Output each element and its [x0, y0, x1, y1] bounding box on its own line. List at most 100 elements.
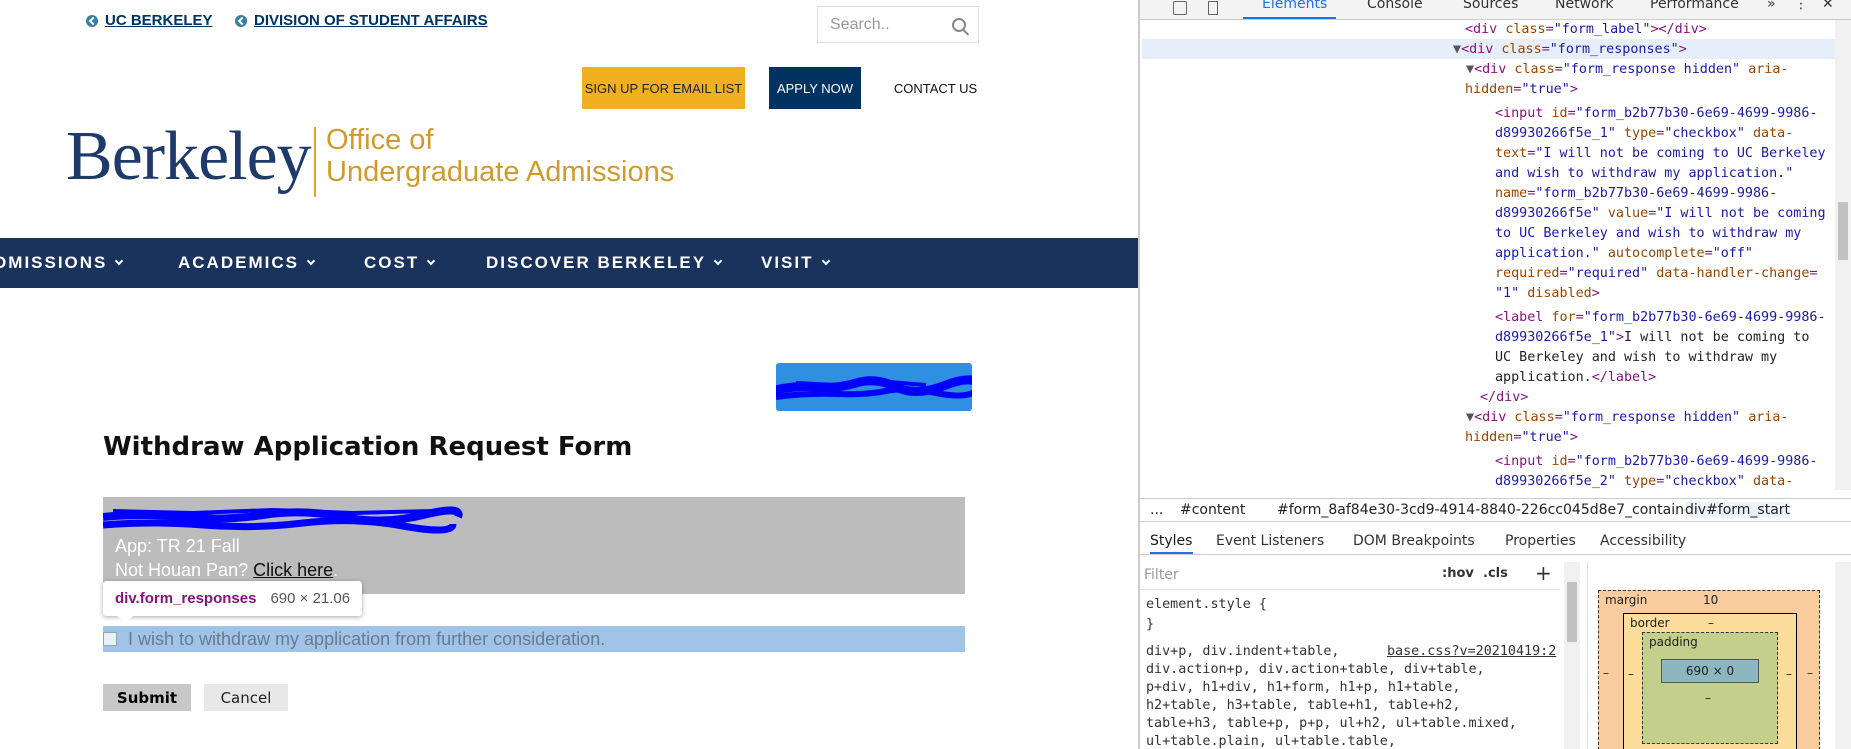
tab-elements[interactable]: Elements — [1262, 0, 1327, 12]
dom-line[interactable]: application.</label> — [1495, 368, 1656, 388]
dom-line[interactable]: hidden="true"> — [1465, 80, 1578, 100]
period: . — [333, 560, 339, 580]
withdraw-checkbox-label[interactable]: I wish to withdraw my application from f… — [128, 629, 605, 650]
breadcrumb-item[interactable]: ... — [1150, 502, 1163, 518]
hov-toggle[interactable]: :hov — [1442, 566, 1474, 581]
click-here-link[interactable]: Click here — [253, 560, 333, 580]
withdraw-checkbox[interactable] — [103, 632, 117, 646]
box-model-scrollbar[interactable] — [1835, 562, 1851, 749]
nav-label: VISIT — [761, 253, 814, 272]
page-title: Withdraw Application Request Form — [103, 432, 633, 462]
nav-visit[interactable]: VISIT — [761, 238, 830, 288]
tab-sources[interactable]: Sources — [1463, 0, 1518, 12]
tab-event-listeners[interactable]: Event Listeners — [1216, 533, 1324, 549]
berkeley-wordmark[interactable]: Berkeley — [66, 117, 312, 197]
box-model-margin[interactable]: margin 10 – – border – – – – padding – 6… — [1598, 590, 1820, 749]
breadcrumb-item[interactable]: div#form_start — [1685, 502, 1791, 518]
tab-styles[interactable]: Styles — [1150, 533, 1192, 549]
office-name: Office of Undergraduate Admissions — [326, 124, 674, 188]
dom-line[interactable]: d89930266f5e_1">I will not be coming to — [1495, 328, 1809, 348]
breadcrumb-item[interactable]: #form_8af84e30-3cd9-4914-8840-226cc045d8… — [1277, 502, 1698, 518]
inspect-cursor-icon[interactable] — [1173, 1, 1187, 15]
dom-line[interactable]: name="form_b2b77b30-6e69-4699-9986- — [1495, 184, 1777, 204]
dom-line[interactable]: d89930266f5e" value="I will not be comin… — [1495, 204, 1826, 224]
dom-line[interactable]: <input id="form_b2b77b30-6e69-4699-9986- — [1495, 452, 1817, 472]
submit-button[interactable]: Submit — [103, 684, 191, 711]
website-viewport: UC BERKELEY DIVISION OF STUDENT AFFAIRS … — [0, 0, 1138, 749]
dom-line[interactable]: ▼<div class="form_response hidden" aria- — [1466, 408, 1789, 428]
tab-accessibility[interactable]: Accessibility — [1600, 533, 1686, 549]
dom-line[interactable]: to UC Berkeley and wish to withdraw my — [1495, 224, 1801, 244]
device-toolbar-icon[interactable] — [1208, 1, 1218, 15]
dom-line[interactable]: <div class="form_label"></div> — [1465, 20, 1707, 40]
dom-line[interactable]: and wish to withdraw my application." — [1495, 164, 1793, 184]
devtools-tabs: Elements Console Sources Network Perform… — [1140, 0, 1851, 20]
box-model-border[interactable]: border – – – – padding – 690 × 0 — [1623, 613, 1797, 749]
dom-line[interactable]: application." autocomplete="off" — [1495, 244, 1753, 264]
breadcrumb: ... #content #form_8af84e30-3cd9-4914-88… — [1140, 498, 1851, 522]
chevron-down-icon — [306, 256, 316, 266]
chevron-down-icon — [426, 256, 436, 266]
padding-label: padding — [1649, 635, 1698, 649]
more-options-icon[interactable]: ⋮ — [1794, 0, 1808, 12]
scroll-thumb[interactable] — [1838, 202, 1848, 260]
search-input[interactable] — [830, 15, 940, 34]
dom-line[interactable]: required="required" data-handler-change= — [1495, 264, 1818, 284]
scroll-thumb[interactable] — [1567, 582, 1577, 642]
more-tabs-button[interactable]: » — [1767, 0, 1776, 12]
redacted-user-button[interactable] — [776, 363, 972, 411]
dom-line[interactable]: d89930266f5e_2" type="checkbox" data- — [1495, 472, 1793, 490]
dom-line[interactable]: d89930266f5e_1" type="checkbox" data- — [1495, 124, 1793, 144]
stylesheet-link[interactable]: base.css?v=20210419:2 — [1387, 643, 1556, 661]
nav-academics[interactable]: ACADEMICS — [178, 238, 316, 288]
apply-now-button[interactable]: APPLY NOW — [769, 67, 861, 109]
student-affairs-link-label: DIVISION OF STUDENT AFFAIRS — [254, 12, 488, 29]
styles-tabs: Styles Event Listeners DOM Breakpoints P… — [1140, 527, 1851, 555]
dom-line[interactable]: </div> — [1480, 388, 1528, 408]
dom-line[interactable]: ▼<div class="form_responses"> — [1453, 40, 1687, 60]
dom-line[interactable]: "1" disabled> — [1495, 284, 1600, 304]
active-tab-indicator — [1243, 17, 1336, 19]
add-rule-icon[interactable]: + — [1535, 561, 1552, 585]
border-top-value: – — [1708, 616, 1714, 630]
dom-line[interactable]: <label for="form_b2b77b30-6e69-4699-9986… — [1495, 308, 1826, 328]
dom-line[interactable]: hidden="true"> — [1465, 428, 1578, 448]
tab-dom-breakpoints[interactable]: DOM Breakpoints — [1353, 533, 1475, 549]
nav-admissions[interactable]: DMISSIONS — [0, 238, 124, 288]
application-term: App: TR 21 Fall — [115, 536, 240, 556]
uc-berkeley-link[interactable]: UC BERKELEY — [86, 12, 213, 29]
box-model-padding[interactable]: padding – 690 × 0 — [1642, 632, 1778, 744]
email-signup-button[interactable]: SIGN UP FOR EMAIL LIST — [582, 67, 745, 109]
style-line: p+div, h1+div, h1+form, h1+p, h1+table, — [1146, 680, 1461, 695]
tab-performance[interactable]: Performance — [1650, 0, 1739, 12]
nav-discover-berkeley[interactable]: DISCOVER BERKELEY — [486, 238, 723, 288]
dom-line[interactable]: UC Berkeley and wish to withdraw my — [1495, 348, 1777, 368]
chevron-down-icon — [821, 256, 830, 266]
cls-toggle[interactable]: .cls — [1483, 566, 1508, 581]
search-icon[interactable] — [952, 17, 966, 32]
style-line: div+p, div.indent+table, — [1146, 644, 1340, 659]
style-line: } — [1146, 617, 1155, 632]
tab-console[interactable]: Console — [1367, 0, 1423, 12]
styles-scrollbar[interactable] — [1564, 562, 1580, 749]
site-search — [817, 6, 979, 43]
tab-network[interactable]: Network — [1555, 0, 1613, 12]
contact-us-link[interactable]: CONTACT US — [878, 67, 993, 109]
dom-scrollbar[interactable] — [1835, 20, 1851, 490]
nav-cost[interactable]: COST — [364, 238, 436, 288]
box-model-content[interactable]: 690 × 0 — [1661, 659, 1759, 683]
style-line: ul+table.plain, ul+table.table, — [1146, 734, 1396, 749]
close-icon[interactable]: ✕ — [1822, 0, 1834, 12]
cancel-button[interactable]: Cancel — [204, 684, 288, 711]
filter-input[interactable] — [1144, 564, 1411, 586]
breadcrumb-item[interactable]: #content — [1180, 502, 1245, 518]
dom-line[interactable]: ▼<div class="form_response hidden" aria- — [1466, 60, 1789, 80]
style-line[interactable]: element.style { — [1146, 596, 1267, 614]
dom-line[interactable]: text="I will not be coming to UC Berkele… — [1495, 144, 1826, 164]
not-user-line: Not Houan Pan? Click here. — [115, 560, 338, 581]
student-affairs-link[interactable]: DIVISION OF STUDENT AFFAIRS — [235, 12, 488, 29]
redaction-scribble — [103, 506, 463, 534]
dom-line[interactable]: <input id="form_b2b77b30-6e69-4699-9986- — [1495, 104, 1817, 124]
tooltip-arrow — [116, 615, 134, 624]
tab-properties[interactable]: Properties — [1505, 533, 1576, 549]
